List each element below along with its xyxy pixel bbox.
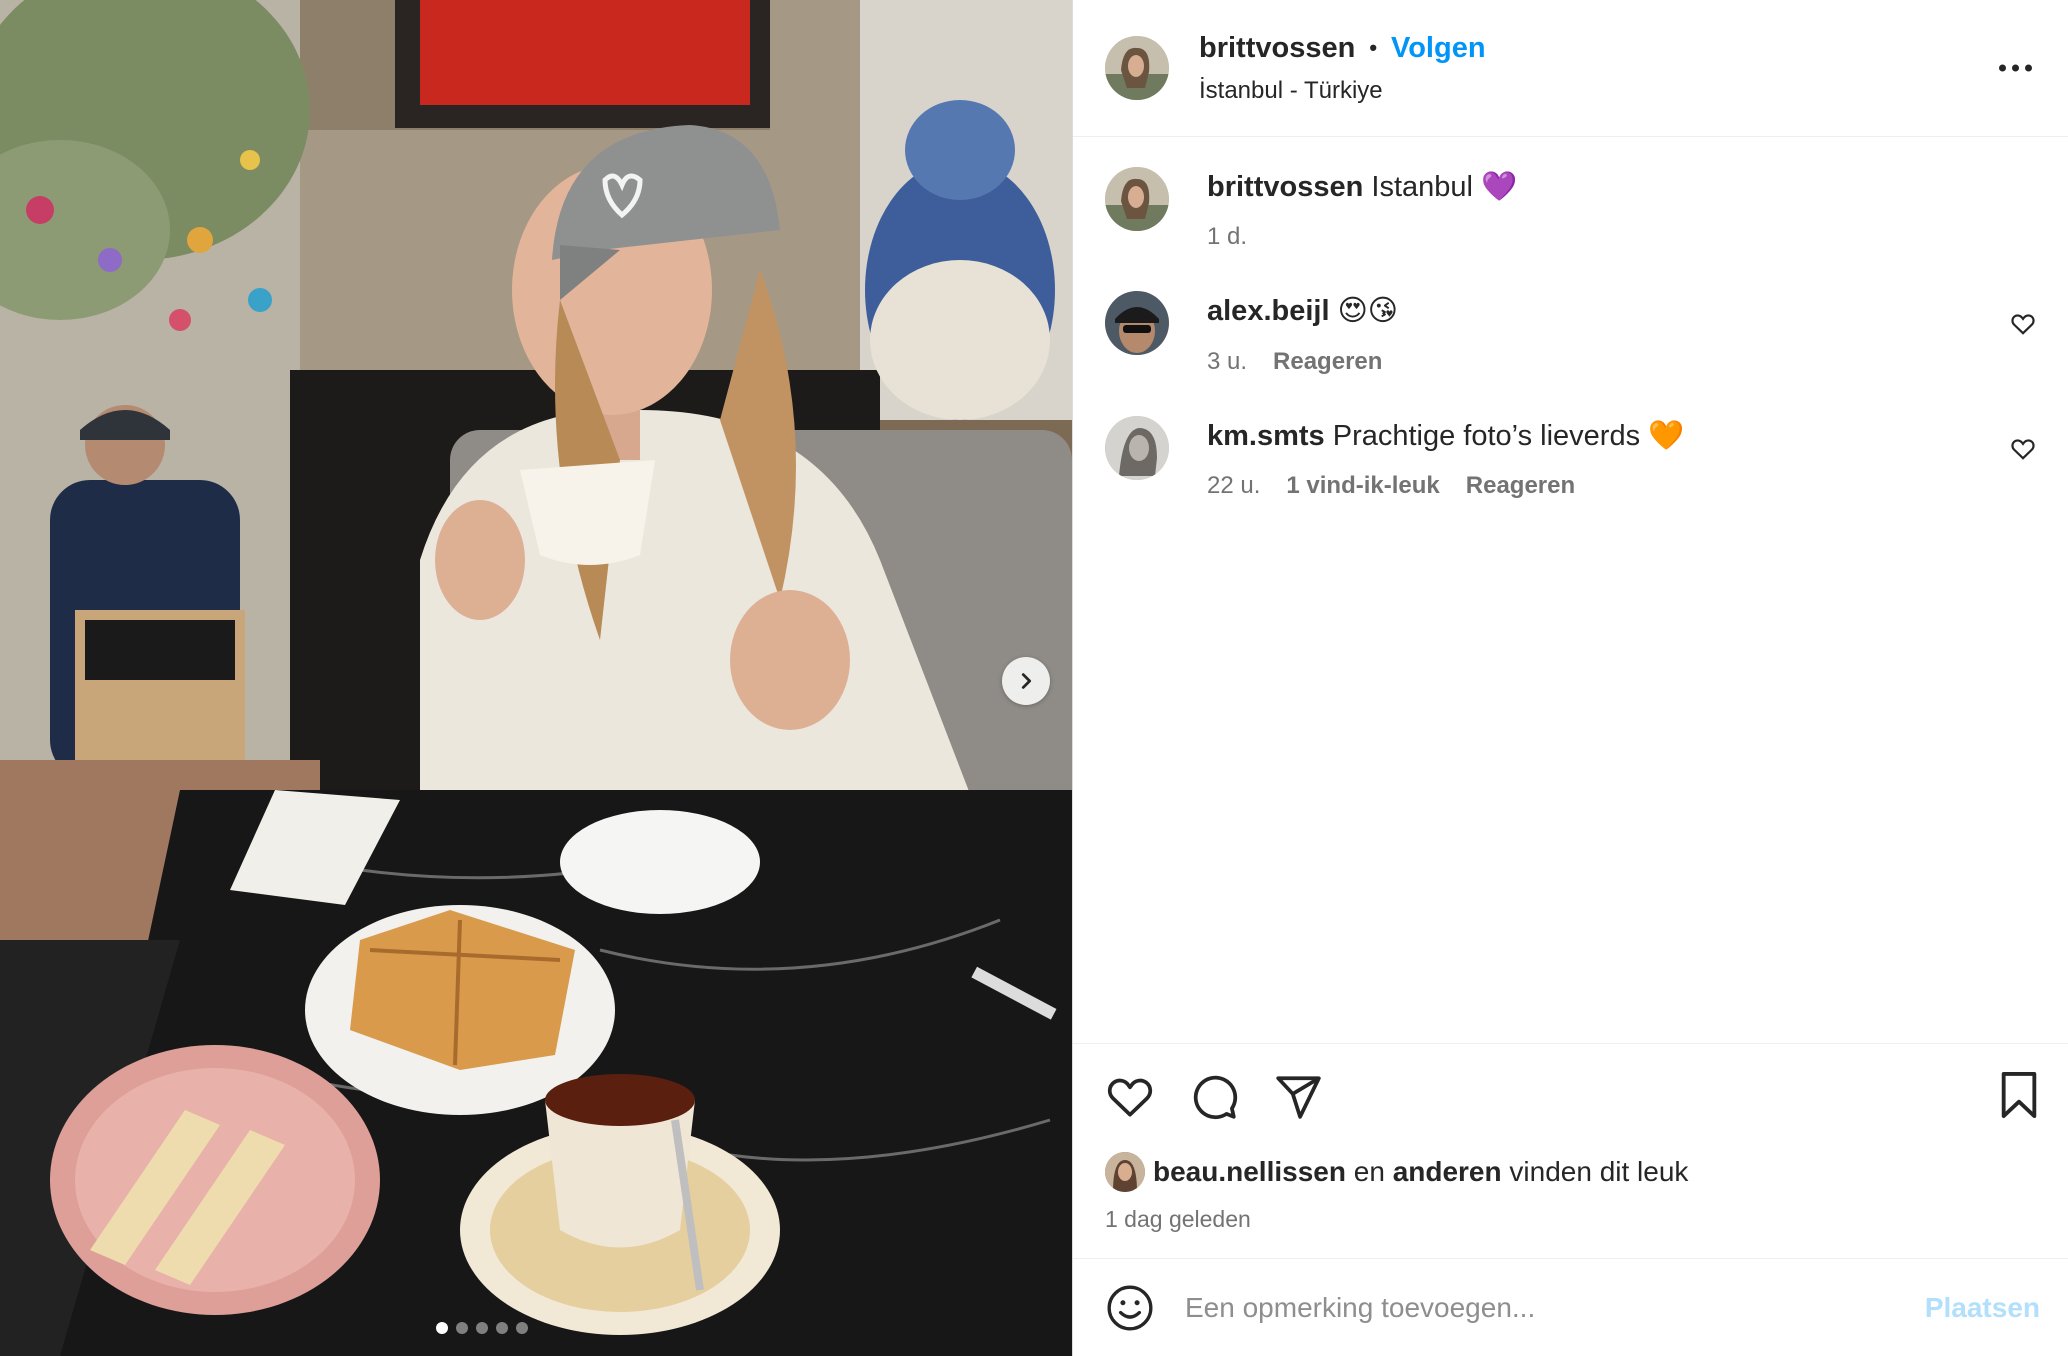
post-actions: beau.nellissen en anderen vinden dit leu… (1073, 1043, 2068, 1258)
caption-time[interactable]: 1 d. (1207, 223, 1247, 251)
add-comment-bar: Plaatsen (1073, 1258, 2068, 1356)
likes-others-link[interactable]: anderen (1393, 1156, 1502, 1187)
likes-suffix: vinden dit leuk (1509, 1156, 1689, 1187)
instagram-post-dialog: brittvossen • Volgen İstanbul - Türkiye (0, 0, 2068, 1356)
carousel-indicator (436, 1322, 528, 1334)
cafe-photo-illustration (0, 0, 1072, 1356)
caption: brittvossen Istanbul 💜 1 d. (1105, 167, 2040, 251)
carousel-dot (476, 1322, 488, 1334)
commenter-avatar[interactable] (1105, 415, 1169, 480)
post-date[interactable]: 1 dag geleden (1105, 1206, 2040, 1233)
like-comment-heart-icon[interactable] (2010, 311, 2036, 337)
comment-time[interactable]: 3 u. (1207, 348, 1247, 376)
comment-like-count[interactable]: 1 vind-ik-leuk (1286, 472, 1439, 500)
emoji-smiley-icon[interactable] (1105, 1283, 1155, 1333)
reply-button[interactable]: Reageren (1466, 472, 1575, 500)
post-photo[interactable] (0, 0, 1072, 1356)
reply-button[interactable]: Reageren (1273, 348, 1382, 376)
more-options-button[interactable] (1999, 57, 2032, 80)
commenter-avatar[interactable] (1105, 291, 1169, 356)
liker-avatar[interactable] (1105, 1152, 1145, 1192)
caption-username[interactable]: brittvossen (1207, 171, 1363, 203)
caption-text: Istanbul 💜 (1371, 171, 1518, 203)
author-username[interactable]: brittvossen (1199, 32, 1355, 65)
liker-username[interactable]: beau.nellissen (1153, 1156, 1346, 1187)
likes-connector: en (1353, 1156, 1385, 1187)
chevron-right-icon (1021, 673, 1032, 689)
follow-button[interactable]: Volgen (1391, 32, 1486, 65)
comment-item: km.smts Prachtige foto’s lieverds 🧡 22 u… (1105, 415, 2040, 500)
save-bookmark-icon[interactable] (1996, 1070, 2042, 1120)
carousel-dot (456, 1322, 468, 1334)
more-horizontal-icon (1999, 64, 2006, 72)
comments-section: brittvossen Istanbul 💜 1 d. alex.beijl 😍… (1073, 137, 2068, 1043)
author-avatar[interactable] (1105, 36, 1169, 100)
comment-time[interactable]: 22 u. (1207, 472, 1260, 500)
likes-summary: beau.nellissen en anderen vinden dit leu… (1105, 1152, 2040, 1192)
post-location[interactable]: İstanbul - Türkiye (1199, 77, 1486, 105)
comment-text: Prachtige foto’s lieverds 🧡 (1332, 419, 1685, 452)
next-photo-button[interactable] (1002, 657, 1050, 705)
comment-text: 😍😘 (1337, 295, 1399, 328)
comment-username[interactable]: alex.beijl (1207, 295, 1330, 327)
share-paper-plane-icon[interactable] (1273, 1072, 1323, 1122)
caption-author-avatar[interactable] (1105, 167, 1169, 231)
post-header: brittvossen • Volgen İstanbul - Türkiye (1073, 0, 2068, 137)
comment-input[interactable] (1185, 1291, 1925, 1324)
comment-bubble-icon[interactable] (1189, 1072, 1239, 1122)
post-side-panel: brittvossen • Volgen İstanbul - Türkiye (1072, 0, 2068, 1356)
comment-username[interactable]: km.smts (1207, 420, 1325, 452)
comment-item: alex.beijl 😍😘 3 u. Reageren (1105, 291, 2040, 375)
like-comment-heart-icon[interactable] (2010, 436, 2036, 462)
carousel-dot (436, 1322, 448, 1334)
separator-dot: • (1369, 35, 1378, 60)
like-heart-icon[interactable] (1105, 1072, 1155, 1122)
carousel-dot (496, 1322, 508, 1334)
post-comment-button[interactable]: Plaatsen (1925, 1292, 2040, 1324)
carousel-dot (516, 1322, 528, 1334)
